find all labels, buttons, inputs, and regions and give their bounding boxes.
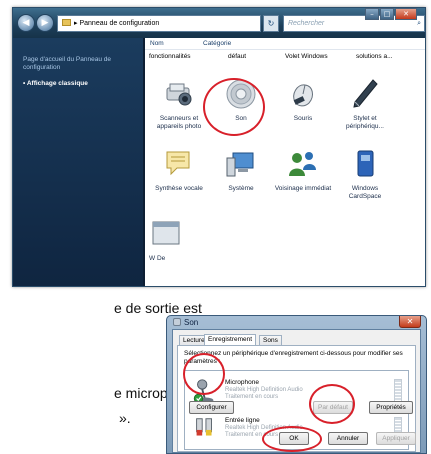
folder-icon <box>62 19 71 26</box>
item-cardspace[interactable]: Windows CardSpace <box>335 146 395 201</box>
close-button[interactable]: ✕ <box>395 8 417 20</box>
refresh-icon: ↻ <box>267 19 275 28</box>
search-icon[interactable]: ⌕ <box>417 16 421 31</box>
item-voisinage[interactable]: Voisinage immédiat <box>273 146 333 193</box>
item-son[interactable]: Son <box>211 76 271 123</box>
forward-button[interactable]: ▶ <box>36 14 54 32</box>
instruction-text: Sélectionnez un périphérique d'enregistr… <box>184 350 403 365</box>
scanner-icon <box>166 83 192 106</box>
minimize-button[interactable]: – <box>365 8 379 20</box>
address-bar[interactable]: ▸ Panneau de configuration <box>57 15 261 32</box>
device-status: Traitement en cours <box>225 432 279 438</box>
left-pane: Page d'accueil du Panneau de configurati… <box>13 38 143 286</box>
item-label: Système <box>228 185 254 192</box>
background-text-line-1: e de sortie est <box>114 300 202 316</box>
control-panel-content: Nom Catégorie fonctionnalités défaut Vol… <box>145 38 425 286</box>
item-scanners[interactable]: Scanneurs et appareils photo <box>149 76 209 131</box>
classic-view-link[interactable]: • Affichage classique <box>23 80 133 87</box>
home-link[interactable]: Page d'accueil du Panneau de configurati… <box>23 56 133 72</box>
item-souris[interactable]: Souris <box>273 76 333 123</box>
device-status: Traitement en cours <box>225 394 279 400</box>
item-label: Synthèse vocale <box>155 185 203 192</box>
item-label: Voisinage immédiat <box>274 185 332 192</box>
category-cell: défaut <box>228 53 247 60</box>
tab-sons[interactable]: Sons <box>259 335 282 345</box>
control-panel-chrome: ◀ ▶ ▸ Panneau de configuration ↻ Recherc… <box>13 8 425 38</box>
line-in-icon <box>196 418 213 436</box>
item-label: Scanneurs et appareils photo <box>156 115 202 130</box>
item-label: Souris <box>293 115 313 122</box>
address-text: Panneau de configuration <box>79 20 160 27</box>
cancel-button[interactable]: Annuler <box>328 432 368 445</box>
maximize-button[interactable]: □ <box>380 8 394 20</box>
column-headers: Nom Catégorie <box>145 38 425 50</box>
column-category[interactable]: Catégorie <box>203 40 231 47</box>
back-button[interactable]: ◀ <box>17 14 35 32</box>
item-stylet[interactable]: Stylet et périphériqu... <box>335 76 395 131</box>
search-placeholder: Rechercher <box>288 20 325 27</box>
speech-icon <box>166 151 190 176</box>
dialog-title-text: Son <box>184 318 199 327</box>
people-icon <box>289 152 316 176</box>
background-text-line-3: ». <box>119 410 131 426</box>
properties-button[interactable]: Propriétés <box>369 401 413 414</box>
pen-icon <box>353 79 378 108</box>
device-driver: Realtek High Definition Audio <box>225 387 303 393</box>
window-icon <box>152 221 180 245</box>
mouse-icon <box>293 84 313 107</box>
category-cell: fonctionnalités <box>149 53 191 60</box>
item-systeme[interactable]: Système <box>211 146 271 193</box>
refresh-button[interactable]: ↻ <box>263 15 279 32</box>
dialog-title: Son <box>173 318 198 327</box>
device-driver: Realtek High Definition Audio <box>225 425 303 431</box>
item-label: Windows CardSpace <box>348 185 382 200</box>
configure-button[interactable]: Configurer <box>189 401 234 414</box>
control-panel-window: ◀ ▶ ▸ Panneau de configuration ↻ Recherc… <box>12 7 426 287</box>
computer-icon <box>226 152 254 177</box>
set-default-button[interactable]: Par défaut <box>313 401 353 414</box>
device-name: Microphone <box>225 379 259 386</box>
item-synthese[interactable]: Synthèse vocale <box>149 146 209 193</box>
item-label: Stylet et périphériqu... <box>346 115 384 130</box>
address-arrow: ▸ <box>74 20 78 27</box>
device-name: Entrée ligne <box>225 417 260 424</box>
column-name[interactable]: Nom <box>150 40 164 47</box>
item-label: Son <box>235 115 247 122</box>
sound-icon <box>173 318 181 326</box>
item-partial[interactable]: W De <box>149 216 180 263</box>
category-row: fonctionnalités défaut Volet Windows sol… <box>145 51 425 63</box>
cardspace-icon <box>357 150 374 177</box>
dialog-close-button[interactable]: ✕ <box>399 316 421 328</box>
speaker-icon <box>226 79 256 109</box>
ok-button[interactable]: OK <box>279 432 309 445</box>
apply-button[interactable]: Appliquer <box>376 432 416 445</box>
category-cell: Volet Windows <box>285 53 328 60</box>
screenshot-stage: e de sortie est e microphone ». ◀ ▶ ▸ Pa… <box>0 0 431 454</box>
category-cell: solutions a... <box>356 53 393 60</box>
item-label: W De <box>149 255 166 262</box>
